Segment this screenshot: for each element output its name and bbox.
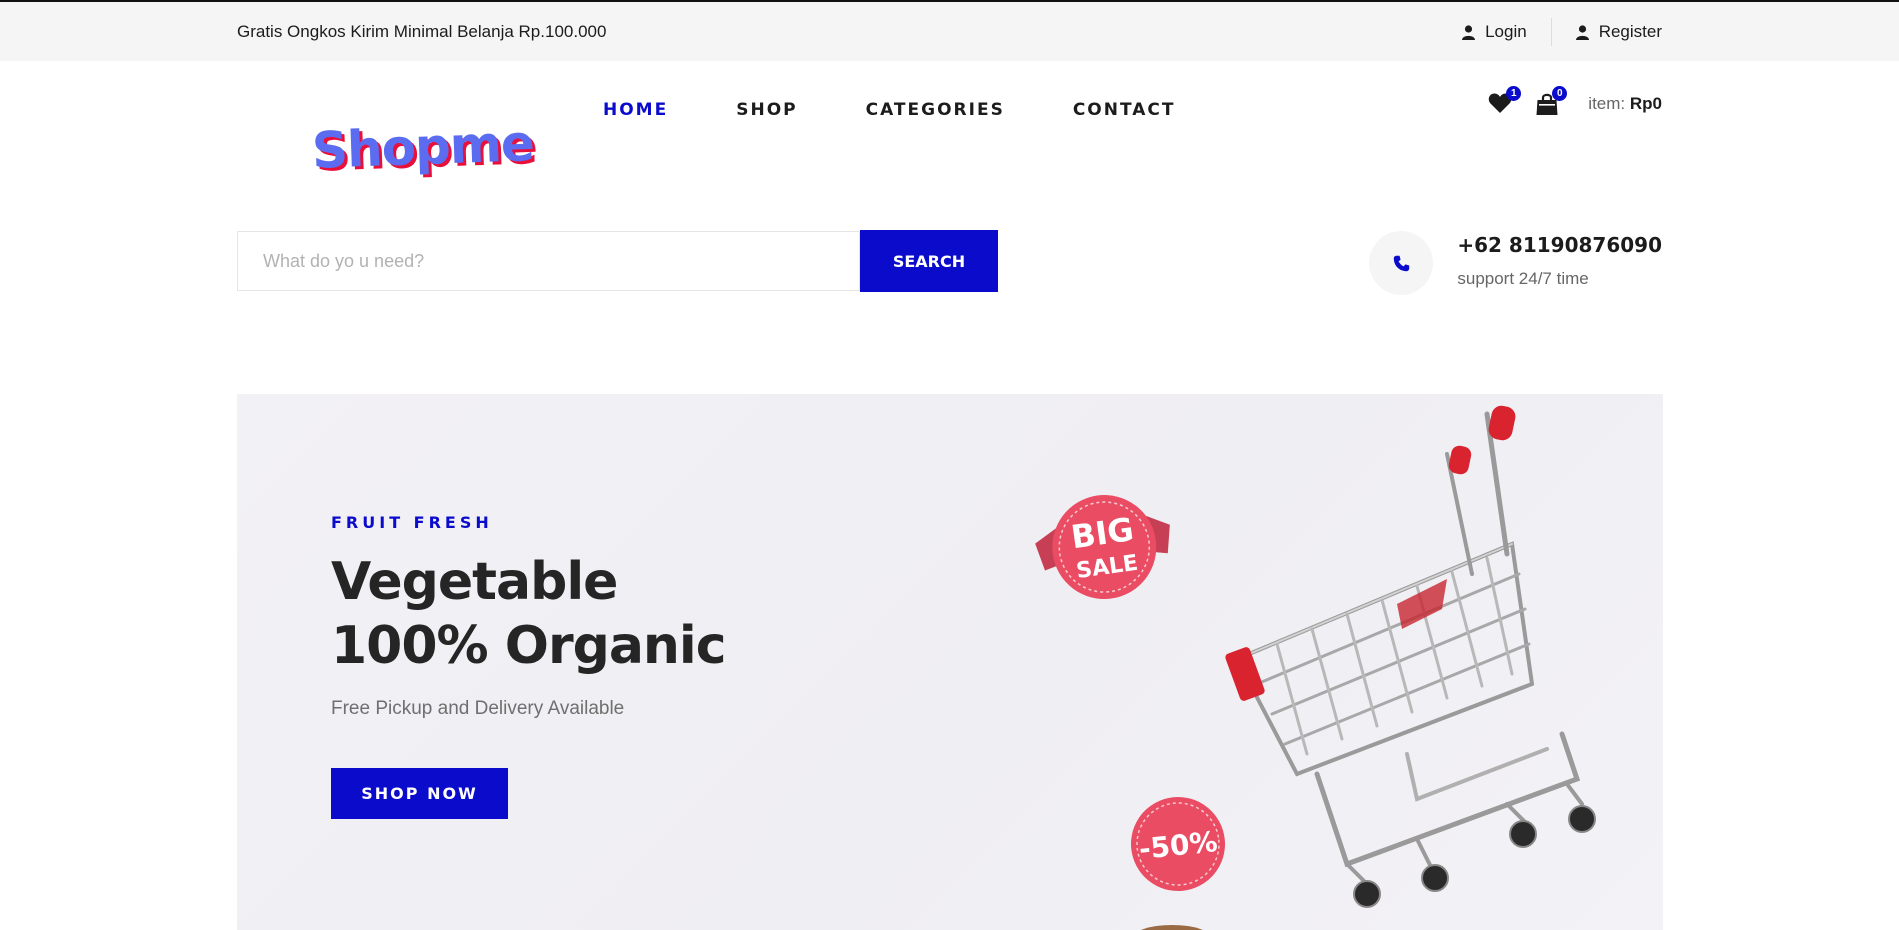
cart-button[interactable]: 0 [1536, 86, 1568, 116]
fruit-shape [1141, 925, 1203, 930]
shop-now-button[interactable]: SHOP NOW [331, 768, 508, 819]
cart-count-badge: 0 [1552, 86, 1568, 101]
register-link[interactable]: Register [1575, 22, 1662, 42]
wishlist-button[interactable]: 1 [1488, 86, 1522, 116]
register-label: Register [1598, 22, 1662, 41]
cart-item-label: item: [1588, 94, 1626, 113]
phone-text: +62 81190876090 support 24/7 time [1457, 231, 1662, 295]
search-button[interactable]: SEARCH [860, 230, 998, 292]
auth-divider [1550, 18, 1552, 46]
search-input[interactable] [237, 231, 860, 291]
nav-home[interactable]: HOME [603, 100, 668, 120]
search-bar: SEARCH [237, 230, 998, 292]
user-icon [1575, 24, 1589, 40]
shipping-notice: Gratis Ongkos Kirim Minimal Belanja Rp.1… [237, 22, 607, 41]
login-label: Login [1485, 22, 1527, 41]
big-sale-sticker: BIG SALE [1035, 495, 1170, 600]
hero-title-line1: Vegetable [331, 552, 618, 612]
cart-total-value: Rp0 [1629, 94, 1662, 113]
hero-title-line2: 100% Organic [331, 616, 727, 676]
shopping-cart-image [1225, 405, 1596, 908]
phone-icon-circle [1369, 231, 1434, 295]
hero-eyebrow: FRUIT FRESH [331, 513, 493, 532]
phone-contact: +62 81190876090 support 24/7 time [1369, 231, 1662, 295]
site-logo[interactable]: Shopme [311, 114, 535, 180]
phone-number: +62 81190876090 [1457, 233, 1662, 257]
auth-links: Login Register [1462, 18, 1662, 46]
login-link[interactable]: Login [1462, 22, 1527, 42]
support-hours: support 24/7 time [1457, 269, 1589, 288]
main-nav: HOME SHOP CATEGORIES CONTACT [603, 100, 1243, 120]
cart-total: item: Rp0 [1588, 94, 1662, 114]
header-cart: 1 0 item: Rp0 [1488, 86, 1662, 116]
nav-categories[interactable]: CATEGORIES [866, 100, 1005, 120]
hero-subtitle: Free Pickup and Delivery Available [331, 698, 625, 719]
discount-sticker: -50% [1131, 797, 1225, 891]
hero-banner: BIG SALE -50% FRUIT FRESH Vegetable 100%… [237, 394, 1663, 930]
logo-text: Shopme [311, 114, 535, 180]
phone-icon [1393, 255, 1410, 271]
top-bar: Gratis Ongkos Kirim Minimal Belanja Rp.1… [0, 2, 1899, 61]
nav-contact[interactable]: CONTACT [1073, 100, 1176, 120]
nav-shop[interactable]: SHOP [736, 100, 797, 120]
user-icon [1462, 24, 1476, 40]
hero-title: Vegetable 100% Organic [331, 550, 727, 678]
wishlist-count-badge: 1 [1506, 86, 1522, 101]
